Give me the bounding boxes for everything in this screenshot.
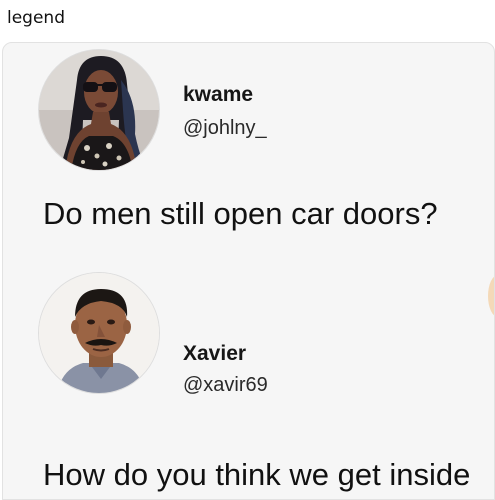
tweet-post: Xavier @xavir69 How do you think we get …	[3, 269, 494, 499]
profile-photo-woman	[39, 50, 159, 170]
tweet-text: How do you think we get inside	[43, 457, 471, 492]
tweet-post: kwame @johlny_ Do men still open car doo…	[3, 43, 494, 275]
display-name[interactable]: kwame	[183, 83, 253, 107]
tweet-screenshot: kwame @johlny_ Do men still open car doo…	[2, 42, 495, 500]
meme-page: legend kwame @johlny_ Do men still open …	[0, 0, 495, 500]
profile-photo-man	[39, 273, 159, 393]
meme-caption: legend	[7, 8, 65, 28]
avatar[interactable]	[38, 49, 160, 171]
avatar[interactable]	[38, 272, 160, 394]
tweet-text: Do men still open car doors?	[43, 196, 438, 231]
display-name[interactable]: Xavier	[183, 342, 246, 366]
user-handle[interactable]: @xavir69	[183, 374, 268, 397]
user-handle[interactable]: @johlny_	[183, 117, 267, 140]
